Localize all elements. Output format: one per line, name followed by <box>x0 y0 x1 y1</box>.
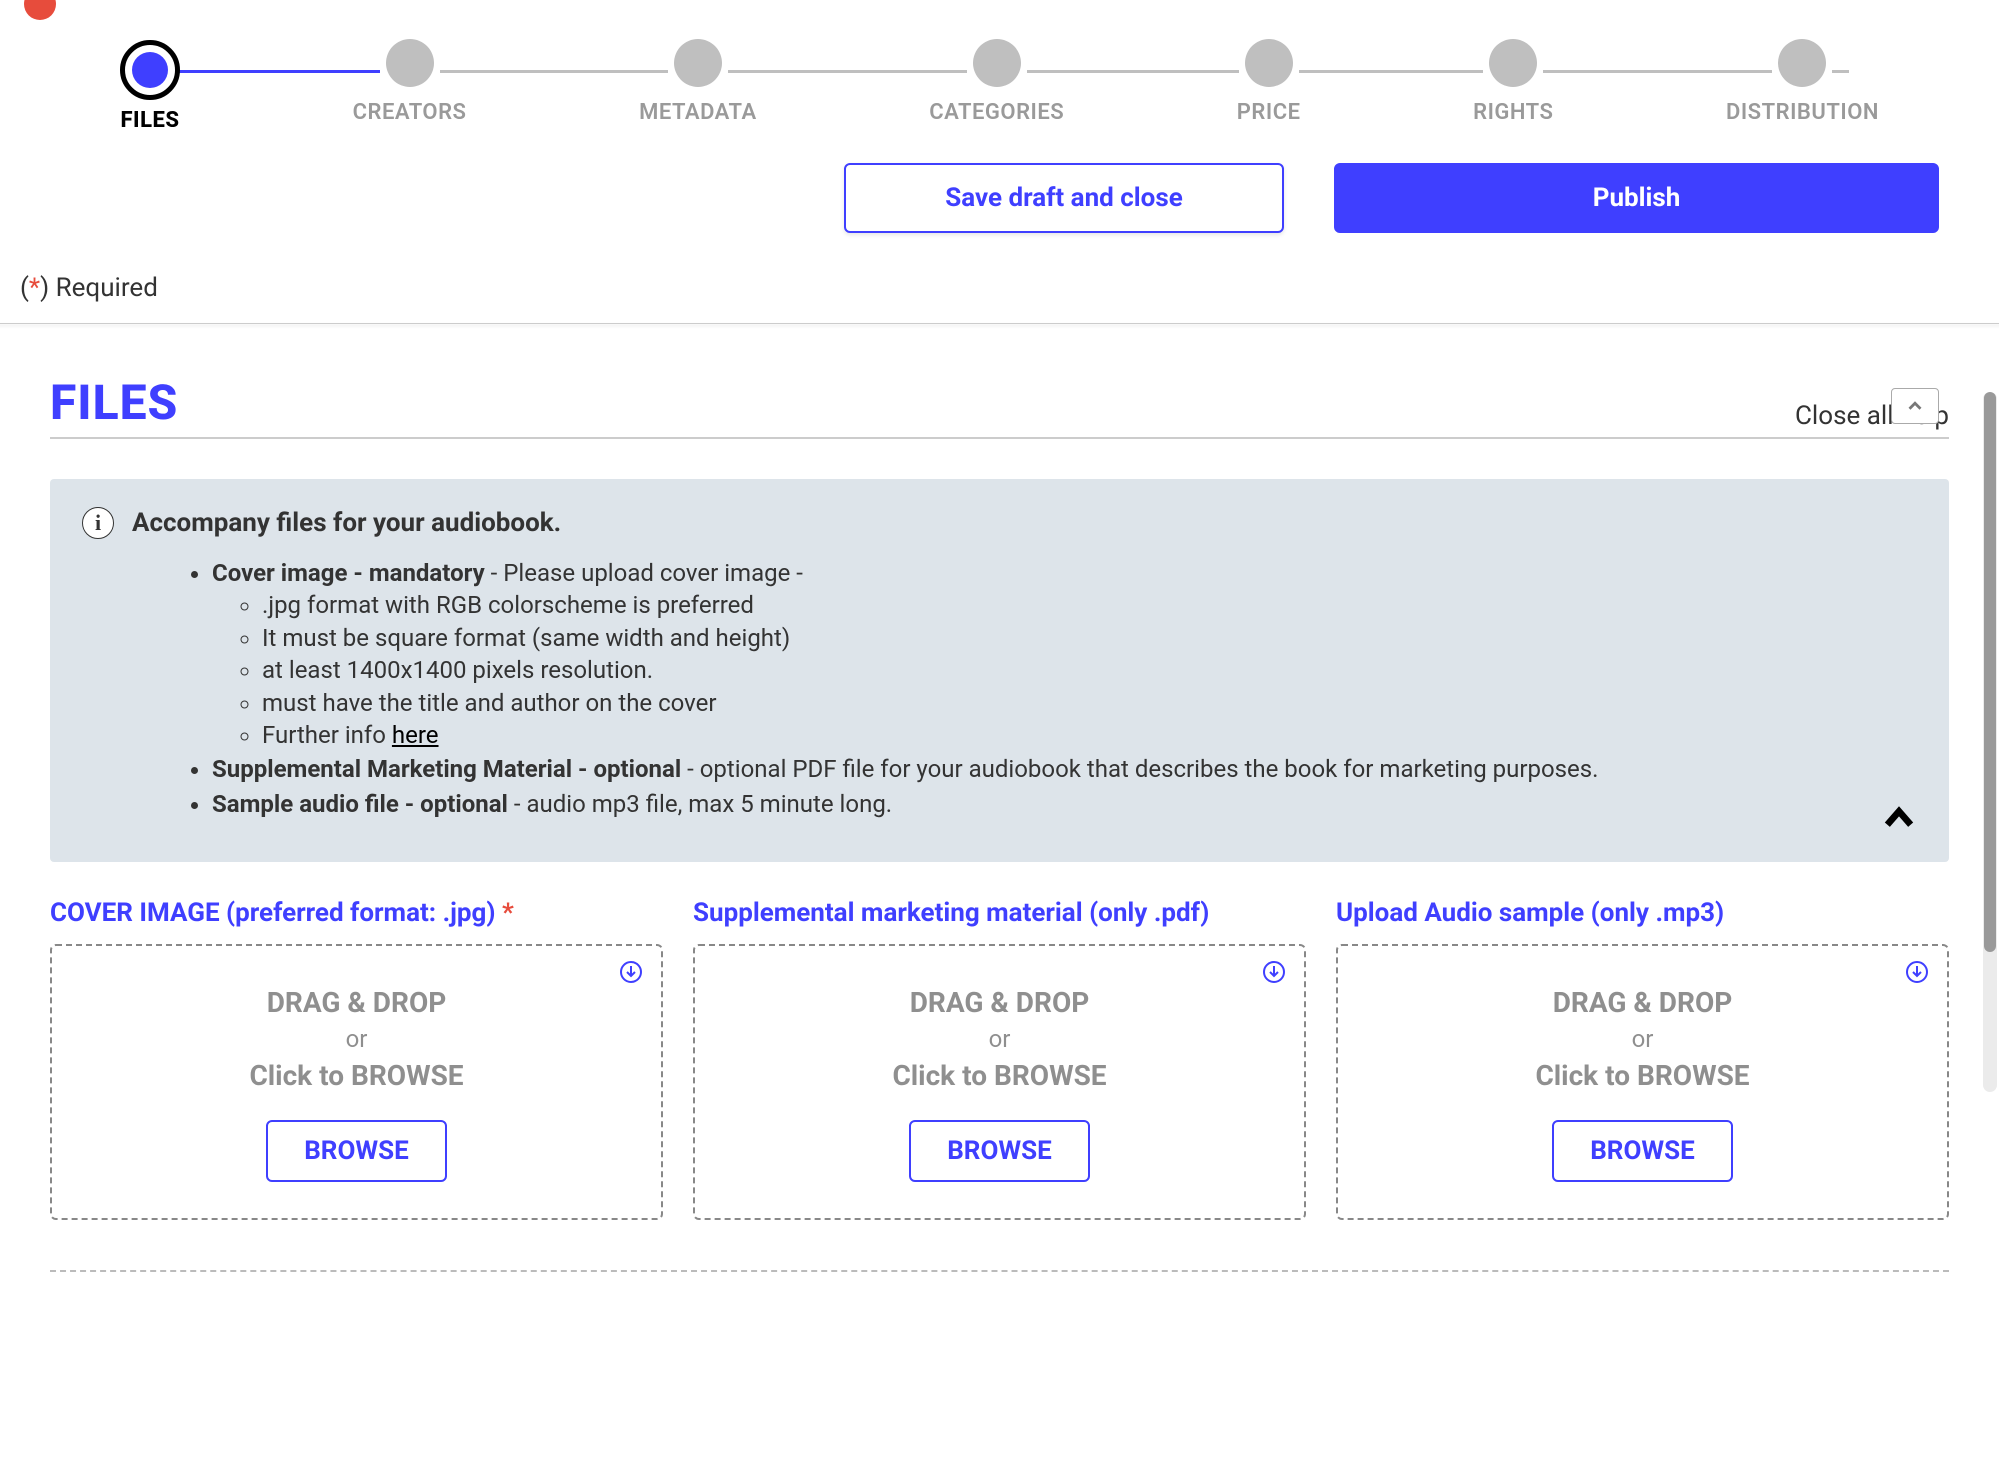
step-price[interactable]: PRICE <box>1237 40 1301 125</box>
upload-col-supplemental: Supplemental marketing material (only .p… <box>693 898 1306 1220</box>
upload-row: COVER IMAGE (preferred format: .jpg) * D… <box>50 898 1949 1220</box>
info-sample-rest: - audio mp3 file, max 5 minute long. <box>508 790 892 818</box>
scrollbar-thumb[interactable] <box>1984 392 1996 952</box>
dropzone-click-text: Click to BROWSE <box>1358 1059 1927 1092</box>
info-box: i Accompany files for your audiobook. Co… <box>50 479 1949 862</box>
action-bar: Save draft and close Publish <box>20 163 1939 233</box>
section-header: FILES Close all help <box>50 374 1949 439</box>
dropzone-drag-text: DRAG & DROP <box>72 986 641 1019</box>
info-cover-rest: - Please upload cover image - <box>485 559 803 587</box>
dropzone-or-text: or <box>72 1025 641 1053</box>
publish-button[interactable]: Publish <box>1334 163 1939 233</box>
info-cover-detail: at least 1400x1400 pixels resolution. <box>262 654 1917 686</box>
upload-label-text: Supplemental marketing material (only .p… <box>693 898 1209 928</box>
dropzone-or-text: or <box>715 1025 1284 1053</box>
info-supp-rest: - optional PDF file for your audiobook t… <box>681 755 1598 783</box>
info-icon: i <box>82 507 114 539</box>
required-star: * <box>29 273 40 303</box>
upload-col-cover: COVER IMAGE (preferred format: .jpg) * D… <box>50 898 663 1220</box>
info-item-supplemental: Supplemental Marketing Material - option… <box>212 753 1917 785</box>
upload-label-text: Upload Audio sample (only .mp3) <box>1336 898 1724 928</box>
step-circle-active <box>120 40 180 100</box>
info-item-sample: Sample audio file - optional - audio mp3… <box>212 788 1917 820</box>
browse-button[interactable]: BROWSE <box>909 1120 1090 1182</box>
required-text: ) Required <box>40 273 158 303</box>
dropzone-drag-text: DRAG & DROP <box>715 986 1284 1019</box>
dropzone-supplemental[interactable]: DRAG & DROP or Click to BROWSE BROWSE <box>693 944 1306 1220</box>
info-item-cover: Cover image - mandatory - Please upload … <box>212 557 1917 751</box>
stepper: FILES CREATORS METADATA CATEGORIES PRICE… <box>120 40 1879 133</box>
upload-label-cover: COVER IMAGE (preferred format: .jpg) * <box>50 898 663 928</box>
upload-label-text: COVER IMAGE (preferred format: .jpg) <box>50 898 496 928</box>
window-close-dot[interactable] <box>24 0 56 20</box>
step-circle <box>1778 39 1826 87</box>
step-distribution[interactable]: DISTRIBUTION <box>1726 40 1879 125</box>
collapse-info-button[interactable] <box>1879 798 1919 842</box>
scroll-top-button[interactable] <box>1891 388 1939 424</box>
step-circle <box>973 39 1021 87</box>
scrollbar[interactable] <box>1983 392 1997 1092</box>
info-supp-bold: Supplemental Marketing Material - option… <box>212 755 681 783</box>
step-label: CREATORS <box>353 100 467 125</box>
browse-button[interactable]: BROWSE <box>266 1120 447 1182</box>
step-label: FILES <box>120 108 179 133</box>
step-categories[interactable]: CATEGORIES <box>929 40 1064 125</box>
step-files[interactable]: FILES <box>120 40 180 133</box>
further-info-link[interactable]: here <box>392 721 439 749</box>
info-cover-further: Further info here <box>262 719 1917 751</box>
required-note: (*) Required <box>20 273 1959 303</box>
upload-label-supplemental: Supplemental marketing material (only .p… <box>693 898 1306 928</box>
step-label: RIGHTS <box>1473 100 1553 125</box>
step-label: DISTRIBUTION <box>1726 100 1879 125</box>
download-icon <box>1905 960 1929 988</box>
info-cover-detail: .jpg format with RGB colorscheme is pref… <box>262 589 1917 621</box>
section-divider <box>50 1270 1949 1272</box>
step-creators[interactable]: CREATORS <box>353 40 467 125</box>
download-icon <box>1262 960 1286 988</box>
further-prefix: Further info <box>262 721 392 749</box>
step-label: CATEGORIES <box>929 100 1064 125</box>
upload-col-audio-sample: Upload Audio sample (only .mp3) DRAG & D… <box>1336 898 1949 1220</box>
dropzone-click-text: Click to BROWSE <box>715 1059 1284 1092</box>
step-rights[interactable]: RIGHTS <box>1473 40 1553 125</box>
dropzone-cover[interactable]: DRAG & DROP or Click to BROWSE BROWSE <box>50 944 663 1220</box>
dropzone-click-text: Click to BROWSE <box>72 1059 641 1092</box>
dropzone-audio[interactable]: DRAG & DROP or Click to BROWSE BROWSE <box>1336 944 1949 1220</box>
dropzone-drag-text: DRAG & DROP <box>1358 986 1927 1019</box>
step-metadata[interactable]: METADATA <box>639 40 757 125</box>
required-star: * <box>502 898 514 928</box>
step-label: METADATA <box>639 100 757 125</box>
info-cover-detail: must have the title and author on the co… <box>262 687 1917 719</box>
browse-button[interactable]: BROWSE <box>1552 1120 1733 1182</box>
download-icon <box>619 960 643 988</box>
section-title: FILES <box>50 374 178 431</box>
step-circle <box>386 39 434 87</box>
info-cover-detail: It must be square format (same width and… <box>262 622 1917 654</box>
dropzone-or-text: or <box>1358 1025 1927 1053</box>
step-circle <box>674 39 722 87</box>
header-divider <box>0 323 1999 324</box>
step-label: PRICE <box>1237 100 1301 125</box>
chevron-up-icon <box>1879 798 1919 838</box>
paren-open: ( <box>20 273 29 303</box>
save-draft-button[interactable]: Save draft and close <box>844 163 1284 233</box>
info-cover-bold: Cover image - mandatory <box>212 559 485 587</box>
info-title: Accompany files for your audiobook. <box>132 508 561 538</box>
step-circle <box>1245 39 1293 87</box>
info-sample-bold: Sample audio file - optional <box>212 790 508 818</box>
step-circle <box>1489 39 1537 87</box>
upload-label-audio: Upload Audio sample (only .mp3) <box>1336 898 1949 928</box>
chevron-up-icon <box>1904 395 1926 417</box>
